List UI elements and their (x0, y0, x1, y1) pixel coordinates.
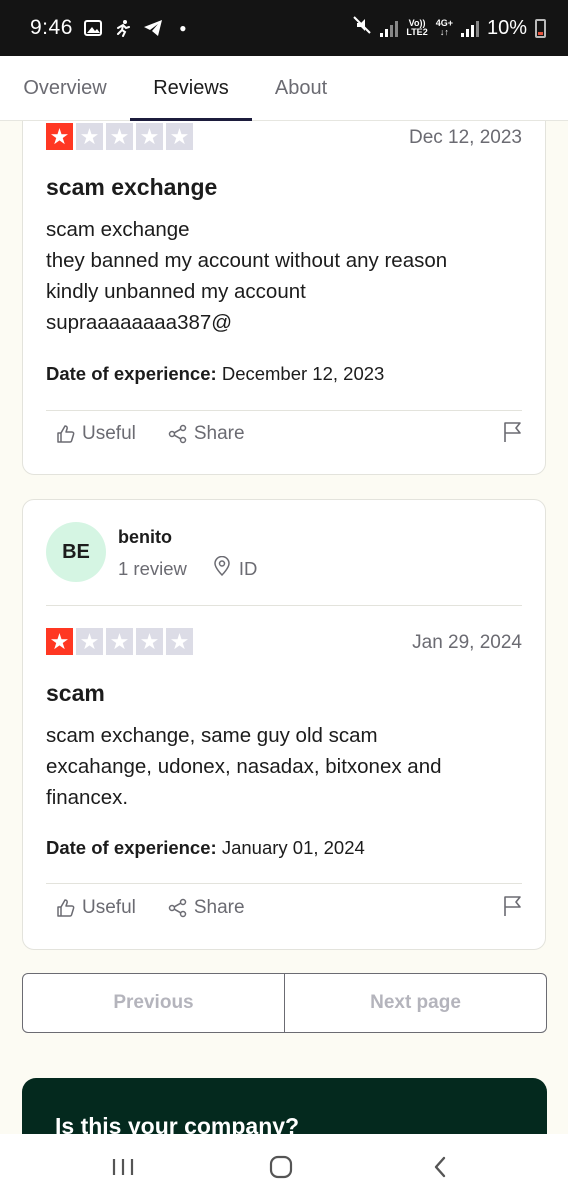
banner-heading: Is this your company? (55, 1113, 300, 1134)
signal-icon (380, 19, 399, 37)
divider (46, 410, 522, 411)
thumbs-up-icon (56, 424, 76, 444)
tab-reviews[interactable]: Reviews (130, 56, 252, 121)
review-body: scam exchange, same guy old scam excahan… (46, 724, 442, 809)
star-icon: ★ (106, 123, 133, 150)
star-rating: ★ ★ ★ ★ ★ (46, 628, 193, 655)
back-button[interactable] (410, 1134, 470, 1200)
divider (46, 883, 522, 884)
star-icon: ★ (106, 628, 133, 655)
review-title[interactable]: scam exchange (46, 174, 217, 201)
star-icon: ★ (136, 628, 163, 655)
battery-icon (535, 18, 546, 38)
home-button[interactable] (251, 1134, 311, 1200)
star-icon: ★ (76, 628, 103, 655)
volte-indicator: Vo)) LTE2 (406, 18, 428, 37)
useful-button[interactable]: Useful (56, 423, 136, 445)
review-card: BE benito 1 review ID ★ ★ ★ ★ ★ Jan 29, … (22, 499, 546, 950)
recent-apps-button[interactable] (93, 1134, 153, 1200)
date-of-experience: Date of experience: December 12, 2023 (46, 363, 385, 384)
star-rating: ★ ★ ★ ★ ★ (46, 123, 193, 150)
pagination: Previous Next page (22, 973, 547, 1033)
share-icon (168, 424, 188, 444)
review-actions: Useful Share (56, 419, 523, 449)
dot-icon: ● (179, 21, 187, 35)
star-icon: ★ (166, 628, 193, 655)
share-button[interactable]: Share (168, 423, 245, 445)
share-button[interactable]: Share (168, 897, 245, 919)
reviewer-location: ID (213, 555, 257, 581)
reviewer-meta: 1 review ID (118, 555, 257, 581)
star-icon: ★ (46, 123, 73, 150)
useful-button[interactable]: Useful (56, 897, 136, 919)
star-icon: ★ (46, 628, 73, 655)
system-nav-bar (0, 1134, 568, 1200)
tab-overview[interactable]: Overview (0, 56, 130, 120)
review-card: ★ ★ ★ ★ ★ Dec 12, 2023 scam exchange sca… (22, 121, 546, 475)
avatar[interactable]: BE (46, 522, 106, 582)
fitness-icon (113, 18, 133, 38)
battery-percent: 10% (486, 16, 527, 39)
telegram-icon (143, 18, 163, 38)
review-title[interactable]: scam (46, 680, 105, 707)
section-tabs: Overview Reviews About (0, 56, 568, 121)
star-icon: ★ (76, 123, 103, 150)
claim-company-banner[interactable]: Is this your company? (22, 1078, 547, 1134)
4g-indicator: 4G+ ↓↑ (435, 18, 453, 37)
date-of-experience: Date of experience: January 01, 2024 (46, 837, 365, 858)
location-pin-icon (213, 555, 231, 581)
signal-icon (460, 19, 479, 37)
review-actions: Useful Share (56, 893, 523, 923)
reviewer-name[interactable]: benito (118, 527, 172, 548)
review-count: 1 review (118, 557, 187, 579)
next-page-button[interactable]: Next page (285, 973, 547, 1033)
previous-page-button[interactable]: Previous (22, 973, 285, 1033)
mute-icon (352, 15, 372, 41)
star-icon: ★ (136, 123, 163, 150)
share-icon (168, 898, 188, 918)
status-bar: 9:46 ● Vo)) LTE2 4G+ ↓↑ 10% (0, 0, 568, 56)
star-icon: ★ (166, 123, 193, 150)
flag-icon[interactable] (503, 421, 523, 448)
reviews-list: ★ ★ ★ ★ ★ Dec 12, 2023 scam exchange sca… (0, 121, 568, 1134)
gallery-icon (83, 18, 103, 38)
review-date: Jan 29, 2024 (412, 632, 522, 653)
tab-about[interactable]: About (252, 56, 350, 120)
review-body: scam exchange they banned my account wit… (46, 218, 448, 334)
clock: 9:46 (30, 16, 73, 39)
review-date: Dec 12, 2023 (408, 127, 522, 148)
flag-icon[interactable] (503, 895, 523, 922)
divider (46, 605, 522, 606)
thumbs-up-icon (56, 898, 76, 918)
